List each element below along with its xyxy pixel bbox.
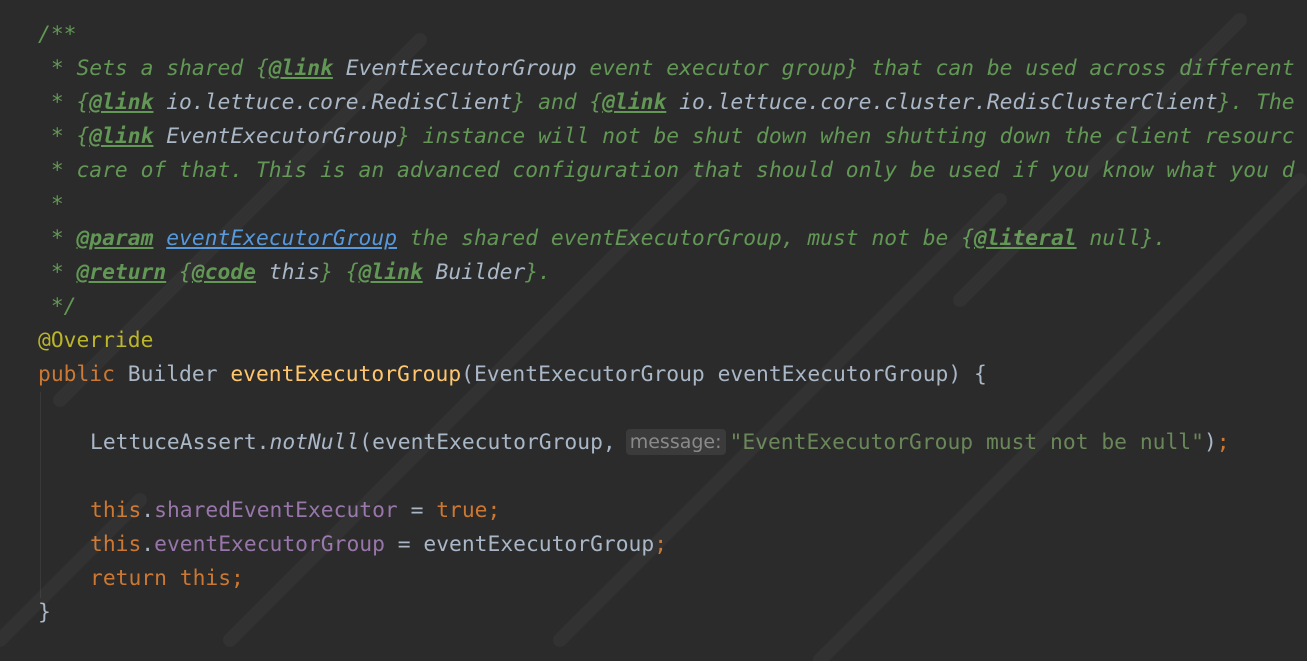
doc-text: * bbox=[38, 192, 64, 217]
dot: . bbox=[141, 498, 155, 523]
doc-link-tag[interactable]: @link bbox=[602, 90, 666, 115]
doc-text: } instance will not be shut down when sh… bbox=[397, 124, 1295, 149]
doc-text: { bbox=[166, 260, 192, 285]
method-close-brace: } bbox=[38, 596, 51, 630]
assign-op: = bbox=[384, 532, 424, 557]
doc-text: null}. bbox=[1076, 226, 1167, 251]
public-keyword: public bbox=[38, 362, 115, 387]
return-keyword: return bbox=[90, 566, 167, 591]
doc-text: }. bbox=[525, 260, 551, 285]
doc-text: }. The bbox=[1217, 90, 1295, 115]
doc-text: * bbox=[38, 226, 77, 251]
method-name[interactable]: eventExecutorGroup bbox=[230, 362, 461, 387]
assert-statement: LettuceAssert.notNull(eventExecutorGroup… bbox=[90, 426, 1230, 460]
javadoc-line-5: * bbox=[38, 188, 64, 222]
paren: ) bbox=[1203, 430, 1217, 455]
doc-text: } { bbox=[320, 260, 359, 285]
doc-link-tag[interactable]: @link bbox=[269, 56, 333, 81]
assert-method[interactable]: notNull bbox=[270, 430, 360, 455]
param-reference[interactable]: eventExecutorGroup bbox=[423, 532, 654, 557]
javadoc-param-line: * @param eventExecutorGroup the shared e… bbox=[38, 222, 1167, 256]
annotation-line: @Override bbox=[38, 324, 153, 358]
method-params[interactable]: (EventExecutorGroup eventExecutorGroup) … bbox=[461, 362, 987, 387]
return-statement: return this; bbox=[90, 562, 244, 596]
assign-op: = bbox=[397, 498, 437, 523]
dot: . bbox=[141, 532, 155, 557]
doc-link-tag[interactable]: @link bbox=[89, 124, 153, 149]
parameter-name-hint: message: bbox=[625, 429, 726, 455]
javadoc-close-text: */ bbox=[38, 294, 77, 319]
doc-link-ref[interactable]: EventExecutorGroup bbox=[153, 124, 397, 149]
doc-link-ref[interactable]: EventExecutorGroup bbox=[333, 56, 577, 81]
this-keyword: this bbox=[90, 532, 142, 557]
javadoc-line-2: * {@link io.lettuce.core.RedisClient} an… bbox=[38, 86, 1295, 120]
javadoc-line-3: * {@link EventExecutorGroup} instance wi… bbox=[38, 120, 1295, 154]
semicolon: ; bbox=[487, 498, 501, 523]
indent-guide bbox=[40, 392, 41, 598]
this-keyword: this bbox=[166, 566, 232, 591]
javadoc-return-line: * @return {@code this} {@link Builder}. bbox=[38, 256, 551, 290]
doc-text: event executor group} that can be used a… bbox=[576, 56, 1295, 81]
override-annotation[interactable]: @Override bbox=[38, 328, 153, 353]
doc-literal-tag: @literal bbox=[974, 226, 1077, 251]
doc-link-tag[interactable]: @link bbox=[359, 260, 423, 285]
assert-class[interactable]: LettuceAssert. bbox=[90, 430, 270, 455]
method-signature: public Builder eventExecutorGroup(EventE… bbox=[38, 358, 987, 392]
doc-text: * bbox=[38, 260, 77, 285]
doc-code-tag: @code bbox=[191, 260, 256, 285]
javadoc-close: */ bbox=[38, 290, 77, 324]
doc-text: } and { bbox=[512, 90, 603, 115]
semicolon: ; bbox=[1216, 430, 1230, 455]
close-brace: } bbox=[38, 600, 51, 625]
doc-link-ref[interactable]: Builder bbox=[423, 260, 526, 285]
doc-param-reference[interactable]: eventExecutorGroup bbox=[166, 226, 397, 251]
javadoc-open: /** bbox=[38, 18, 76, 52]
doc-text: * Sets a shared { bbox=[38, 56, 269, 81]
return-type[interactable]: Builder bbox=[115, 362, 230, 387]
this-keyword: this bbox=[90, 498, 142, 523]
doc-link-tag[interactable]: @link bbox=[89, 90, 153, 115]
doc-text: * care of that. This is an advanced conf… bbox=[38, 158, 1295, 183]
assert-message-string[interactable]: "EventExecutorGroup must not be null" bbox=[730, 430, 1204, 455]
field-event-executor-group[interactable]: eventExecutorGroup bbox=[154, 532, 385, 557]
javadoc-line-1: * Sets a shared {@link EventExecutorGrou… bbox=[38, 52, 1295, 86]
doc-return-tag: @return bbox=[76, 260, 167, 285]
code-editor[interactable]: /** * Sets a shared {@link EventExecutor… bbox=[0, 0, 1307, 661]
doc-link-ref[interactable]: io.lettuce.core.cluster.RedisClusterClie… bbox=[666, 90, 1218, 115]
doc-param-tag: @param bbox=[76, 226, 154, 251]
semicolon: ; bbox=[231, 566, 244, 591]
field-shared-event-executor[interactable]: sharedEventExecutor bbox=[154, 498, 398, 523]
assert-args[interactable]: (eventExecutorGroup, bbox=[359, 430, 615, 455]
assign-shared-executor: this.sharedEventExecutor = true; bbox=[90, 494, 500, 528]
doc-text: the shared eventExecutorGroup, must not … bbox=[397, 226, 975, 251]
doc-text: * { bbox=[38, 124, 90, 149]
doc-code-value: this bbox=[256, 260, 321, 285]
javadoc-line-4: * care of that. This is an advanced conf… bbox=[38, 154, 1295, 188]
semicolon: ; bbox=[654, 532, 668, 557]
true-literal: true bbox=[436, 498, 488, 523]
javadoc-open-text: /** bbox=[38, 22, 77, 47]
assign-event-executor-group: this.eventExecutorGroup = eventExecutorG… bbox=[90, 528, 667, 562]
doc-link-ref[interactable]: io.lettuce.core.RedisClient bbox=[153, 90, 512, 115]
doc-text: * { bbox=[38, 90, 90, 115]
